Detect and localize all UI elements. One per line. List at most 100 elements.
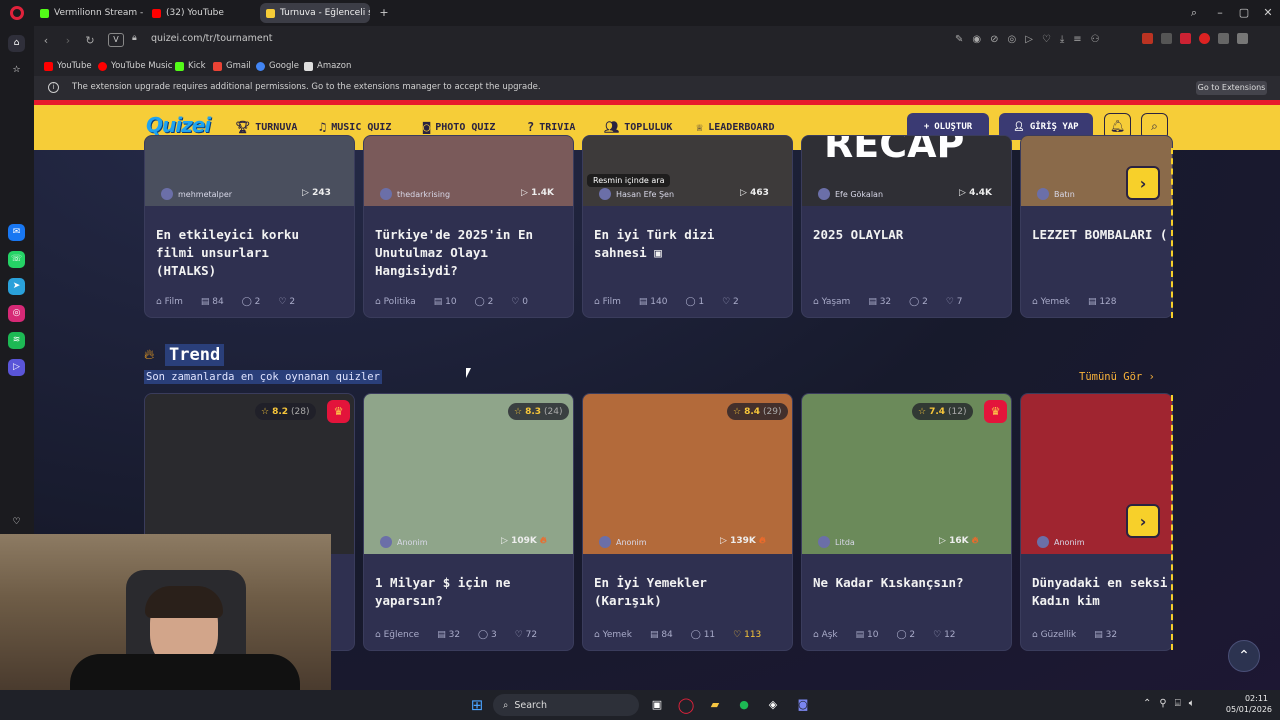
tab-quizei[interactable]: Turnuva - Eğlenceli seçim <box>260 3 370 23</box>
star-icon[interactable]: ☆ <box>8 62 25 79</box>
nav-topluluk[interactable]: 👥︎ TOPLULUK <box>604 119 672 135</box>
quiz-author[interactable]: Anonim <box>599 536 647 548</box>
quiz-card[interactable]: thedarkrising ▷ 1.4K Türkiye'de 2025'in En… <box>363 135 574 318</box>
carousel-next-button[interactable]: › <box>1126 504 1160 538</box>
quiz-card[interactable]: mehmetalper ▷ 243 En etkileyici korku filmi… <box>144 135 355 318</box>
opera-taskbar-icon[interactable]: ◯ <box>676 695 696 715</box>
quiz-card[interactable]: Resmin içinde ara Hasan Efe Şen ▷ 463 En iy… <box>582 135 793 318</box>
see-all-link[interactable]: Tümünü Gör › <box>1079 371 1155 383</box>
quiz-title[interactable]: Türkiye'de 2025'in En Unutulmaz Olayı Hang… <box>375 226 533 280</box>
forward-icon[interactable]: › <box>60 33 76 49</box>
category[interactable]: ⌂ Güzellik <box>1032 630 1076 640</box>
nav-turnuva[interactable]: 🏆︎ TURNUVA <box>235 119 297 135</box>
new-tab-button[interactable]: + <box>372 4 396 22</box>
like-count[interactable]: ♡ 0 <box>511 297 528 307</box>
bookmark-youtube[interactable]: YouTube <box>44 59 92 73</box>
taskbar-search[interactable]: ⌕ Search <box>493 694 639 716</box>
quiz-card[interactable]: ☆ 7.4 (12) ♛ Litda ▷ 16K 🔥︎ Ne Kadar Kıskançsı… <box>801 393 1012 651</box>
task-view-icon[interactable]: ▣ <box>647 695 667 715</box>
quiz-thumbnail[interactable] <box>802 394 1011 554</box>
bookmark-youtube-music[interactable]: YouTube Music <box>98 59 172 73</box>
quiz-title[interactable]: LEZZET BOMBALARI ( <box>1032 226 1167 244</box>
carousel-next-button[interactable]: › <box>1126 166 1160 200</box>
lock-icon[interactable]: 🔒︎ <box>132 33 137 43</box>
category[interactable]: ⌂ Yemek <box>594 630 632 640</box>
url-text[interactable]: quizei.com/tr/tournament <box>151 33 273 44</box>
quiz-author[interactable]: Anonim <box>380 536 428 548</box>
like-count[interactable]: ♡ 2 <box>278 297 295 307</box>
app-taskbar-icon[interactable]: ◈ <box>763 695 783 715</box>
telegram-icon[interactable]: ➤ <box>8 278 25 295</box>
home-icon[interactable]: ⌂ <box>8 35 25 52</box>
like-count[interactable]: ♡ 2 <box>722 297 739 307</box>
tab-kick[interactable]: Vermilionn Stream - Watc <box>34 3 144 23</box>
bookmark-gmail[interactable]: Gmail <box>213 59 251 73</box>
quiz-title[interactable]: 2025 OLAYLAR <box>813 226 903 244</box>
bookmark-kick[interactable]: Kick <box>175 59 206 73</box>
quiz-author[interactable]: Anonim <box>1037 536 1085 548</box>
heart-icon[interactable]: ♡ <box>8 514 25 531</box>
like-count[interactable]: ♡ 12 <box>933 630 955 640</box>
spotify-taskbar-icon[interactable]: ● <box>734 695 754 715</box>
whatsapp-icon[interactable]: ☏ <box>8 251 25 268</box>
nav-leaderboard[interactable]: ♕ LEADERBOARD <box>696 119 774 135</box>
player-icon[interactable]: ▷ <box>8 359 25 376</box>
comment-count[interactable]: ◯ 11 <box>691 630 715 640</box>
file-explorer-icon[interactable]: ▰ <box>705 695 725 715</box>
nav-music-quiz[interactable]: ♫ MUSIC QUIZ <box>319 119 391 135</box>
quiz-title[interactable]: En İyi Yemekler (Karışık) <box>594 574 707 610</box>
category[interactable]: ⌂ Aşk <box>813 630 838 640</box>
spotify-icon[interactable]: ≋ <box>8 332 25 349</box>
scroll-to-top-button[interactable]: ⌃ <box>1228 640 1260 672</box>
messenger-icon[interactable]: ✉ <box>8 224 25 241</box>
opera-logo-icon[interactable] <box>10 6 24 20</box>
image-search-tooltip[interactable]: Resmin içinde ara <box>587 174 671 187</box>
close-window-button[interactable]: ✕ <box>1256 4 1280 22</box>
tab-youtube[interactable]: (32) YouTube <box>146 3 256 23</box>
quiz-title[interactable]: En etkileyici korku filmi unsurları (HTALK… <box>156 226 299 280</box>
go-to-extensions-button[interactable]: Go to Extensions <box>1196 81 1267 95</box>
reload-icon[interactable]: ↻ <box>82 33 98 49</box>
back-icon[interactable]: ‹ <box>38 33 54 49</box>
maximize-button[interactable]: ▢ <box>1232 4 1256 22</box>
quiz-thumbnail[interactable] <box>145 394 354 554</box>
extension-icons[interactable] <box>1142 33 1274 47</box>
quiz-title[interactable]: 1 Milyar $ için ne yaparsın? <box>375 574 510 610</box>
discord-taskbar-icon[interactable]: ◙ <box>793 695 813 715</box>
category[interactable]: ⌂ Politika <box>375 297 416 307</box>
category[interactable]: ⌂ Film <box>594 297 621 307</box>
toolbar-icons[interactable]: ✎◉⊘◎▷♡⤓≡⚇ <box>955 34 1109 45</box>
vpn-badge[interactable]: V <box>108 33 124 47</box>
comment-count[interactable]: ◯ 2 <box>475 297 494 307</box>
comment-count[interactable]: ◯ 1 <box>685 297 704 307</box>
system-tray-icons[interactable]: ⌃⚲⌸🔈︎ <box>1143 698 1203 709</box>
category[interactable]: ⌂ Film <box>156 297 183 307</box>
comment-count[interactable]: ◯ 2 <box>909 297 928 307</box>
quiz-author[interactable]: Efe Gökalan <box>818 188 883 200</box>
category[interactable]: ⌂ Eğlence <box>375 630 419 640</box>
clock-date[interactable]: 05/01/2026 <box>1220 705 1272 714</box>
quiz-author[interactable]: Hasan Efe Şen <box>599 188 674 200</box>
search-tabs-icon[interactable]: ⌕ <box>1182 4 1206 22</box>
quiz-card[interactable]: ☆ 8.4 (29) Anonim ▷ 139K 🔥︎ En İyi Yemekler (K… <box>582 393 793 651</box>
instagram-icon[interactable]: ◎ <box>8 305 25 322</box>
windows-start-icon[interactable]: ⊞ <box>467 695 487 715</box>
comment-count[interactable]: ◯ 2 <box>242 297 261 307</box>
like-count[interactable]: ♡ 72 <box>515 630 537 640</box>
minimize-button[interactable]: – <box>1208 4 1232 22</box>
category[interactable]: ⌂ Yaşam <box>813 297 850 307</box>
quiz-title[interactable]: En iyi Türk dizi sahnesi ▣ <box>594 226 714 262</box>
like-count[interactable]: ♡ 113 <box>733 630 761 640</box>
bookmark-google[interactable]: Google <box>256 59 299 73</box>
quiz-title[interactable]: Ne Kadar Kıskançsın? <box>813 574 964 592</box>
quiz-author[interactable]: mehmetalper <box>161 188 232 200</box>
nav-trivia[interactable]: ? TRIVIA <box>527 119 575 135</box>
category[interactable]: ⌂ Yemek <box>1032 297 1070 307</box>
bookmark-amazon[interactable]: Amazon <box>304 59 351 73</box>
quiz-card[interactable]: Batın LEZZET BOMBALARI (⌂ Yemek ▤ 128 <box>1020 135 1173 318</box>
quiz-card[interactable]: ☆ 8.3 (24) Anonim ▷ 109K 🔥︎ 1 Milyar $ için n… <box>363 393 574 651</box>
quiz-card[interactable]: RECAP Efe Gökalan ▷ 4.4K 2025 OLAYLAR ⌂ Yaşa… <box>801 135 1012 318</box>
quiz-author[interactable]: Litda <box>818 536 855 548</box>
comment-count[interactable]: ◯ 3 <box>478 630 497 640</box>
quiz-author[interactable]: Batın <box>1037 188 1075 200</box>
